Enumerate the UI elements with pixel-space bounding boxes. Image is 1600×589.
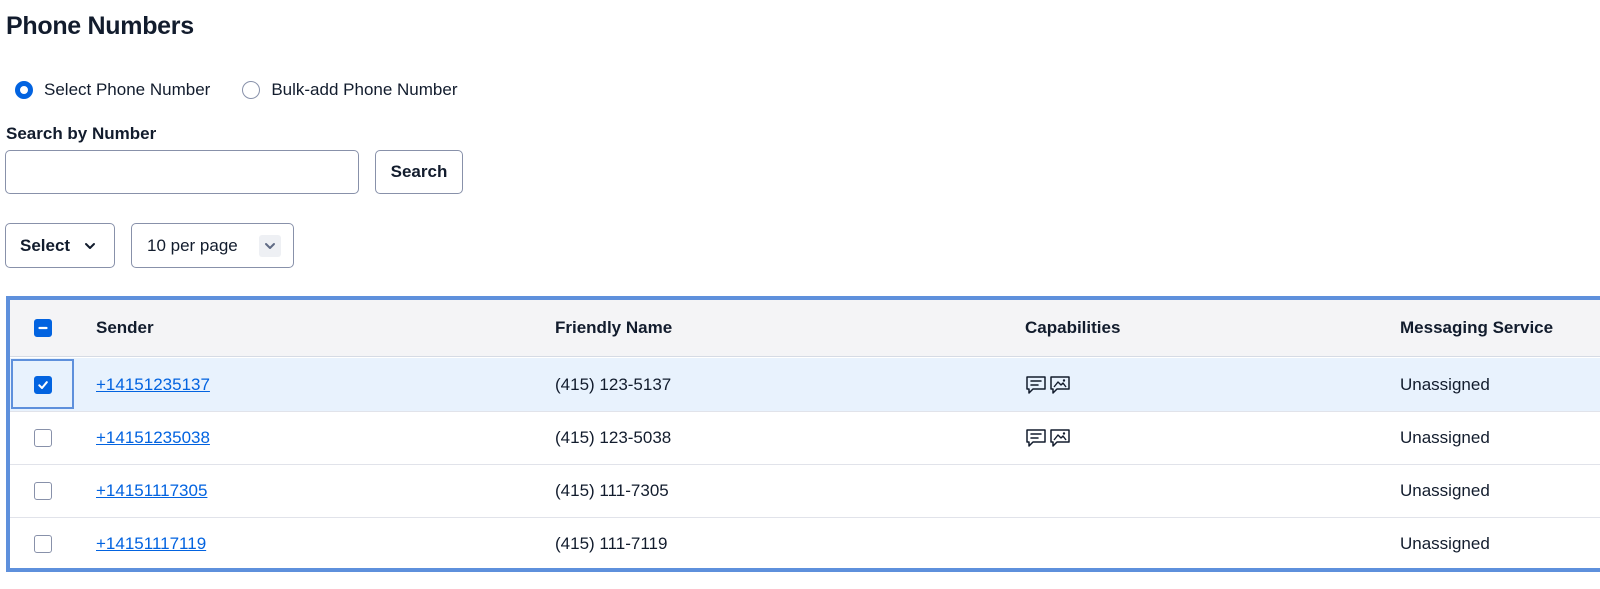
table-row[interactable]: +14151235137 (415) 123-5137 Unassigned bbox=[10, 358, 1600, 412]
table-header-row: Sender Friendly Name Capabilities Messag… bbox=[10, 300, 1600, 357]
minus-icon bbox=[38, 326, 48, 330]
search-label: Search by Number bbox=[6, 124, 157, 143]
friendly-name-cell: (415) 123-5137 bbox=[555, 374, 672, 394]
column-header-sender[interactable]: Sender bbox=[96, 300, 154, 356]
check-icon bbox=[38, 380, 48, 389]
radio-select-phone-number[interactable]: Select Phone Number bbox=[15, 80, 210, 100]
sender-link[interactable]: +14151235038 bbox=[96, 428, 210, 448]
sender-cell: +14151235038 bbox=[96, 411, 210, 464]
search-input[interactable] bbox=[5, 150, 359, 194]
table-row[interactable]: +14151117305 (415) 111-7305 Unassigned bbox=[10, 464, 1600, 518]
messaging-service-cell: Unassigned bbox=[1400, 427, 1490, 447]
column-header-friendly-name[interactable]: Friendly Name bbox=[555, 300, 672, 356]
table-row[interactable]: +14151235038 (415) 123-5038 Unassigned bbox=[10, 411, 1600, 465]
capabilities-cell bbox=[1025, 411, 1071, 464]
sender-link[interactable]: +14151235137 bbox=[96, 375, 210, 395]
row-checkbox[interactable] bbox=[34, 428, 52, 447]
radio-label-select: Select Phone Number bbox=[44, 80, 211, 99]
row-checkbox[interactable] bbox=[34, 375, 52, 394]
sender-cell: +14151117119 bbox=[96, 517, 206, 570]
per-page-value: 10 per page bbox=[147, 235, 238, 255]
row-checkbox-cell bbox=[10, 411, 76, 464]
row-checkbox-cell bbox=[10, 517, 76, 570]
friendly-name-cell: (415) 111-7305 bbox=[555, 480, 669, 500]
bulk-select-label: Select bbox=[20, 235, 71, 255]
chevron-down-icon bbox=[265, 243, 275, 249]
messaging-service-cell: Unassigned bbox=[1400, 374, 1490, 394]
friendly-name-cell: (415) 111-7119 bbox=[555, 533, 668, 553]
row-checkbox-cell bbox=[10, 464, 76, 517]
friendly-name-cell: (415) 123-5038 bbox=[555, 427, 672, 447]
per-page-chevron[interactable] bbox=[259, 235, 281, 257]
sender-cell: +14151235137 bbox=[96, 358, 210, 411]
per-page-select[interactable]: 10 per page bbox=[131, 223, 294, 268]
sender-link[interactable]: +14151117119 bbox=[96, 534, 206, 554]
sms-icon bbox=[1026, 375, 1046, 394]
page-title: Phone Numbers bbox=[6, 12, 194, 40]
table-row[interactable]: +14151117119 (415) 111-7119 Unassigned bbox=[10, 517, 1600, 570]
select-all-checkbox[interactable] bbox=[34, 319, 52, 337]
phone-numbers-table: Sender Friendly Name Capabilities Messag… bbox=[6, 296, 1600, 572]
chevron-down-icon bbox=[85, 242, 96, 249]
bulk-select-dropdown[interactable]: Select bbox=[5, 223, 115, 268]
mms-icon bbox=[1050, 375, 1070, 394]
search-button[interactable]: Search bbox=[375, 150, 463, 194]
messaging-service-cell: Unassigned bbox=[1400, 480, 1490, 500]
mms-icon bbox=[1050, 428, 1070, 447]
row-checkbox[interactable] bbox=[34, 534, 52, 553]
column-header-messaging-service[interactable]: Messaging Service bbox=[1400, 300, 1553, 356]
mode-radio-group: Select Phone Number Bulk-add Phone Numbe… bbox=[15, 80, 458, 100]
column-header-capabilities[interactable]: Capabilities bbox=[1025, 300, 1120, 356]
sender-link[interactable]: +14151117305 bbox=[96, 481, 207, 501]
messaging-service-cell: Unassigned bbox=[1400, 533, 1490, 553]
radio-selected-icon[interactable] bbox=[15, 81, 33, 99]
header-checkbox-cell bbox=[10, 300, 76, 356]
row-checkbox-cell bbox=[10, 358, 76, 411]
row-checkbox[interactable] bbox=[34, 481, 52, 500]
capabilities-cell bbox=[1025, 358, 1071, 411]
radio-unselected-icon[interactable] bbox=[242, 81, 261, 99]
radio-label-bulk-add: Bulk-add Phone Number bbox=[271, 80, 458, 99]
radio-bulk-add-phone-number[interactable]: Bulk-add Phone Number bbox=[242, 80, 458, 100]
sender-cell: +14151117305 bbox=[96, 464, 207, 517]
sms-icon bbox=[1026, 428, 1046, 447]
